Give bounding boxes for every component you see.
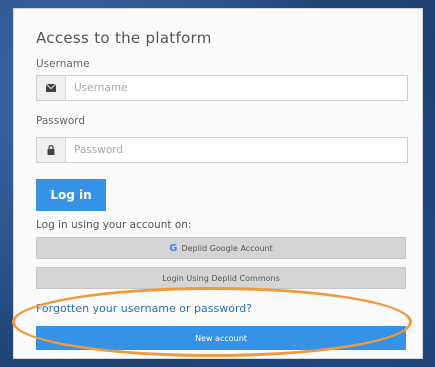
envelope-icon bbox=[37, 76, 66, 100]
password-label: Password bbox=[36, 115, 86, 127]
username-input-group bbox=[36, 75, 408, 101]
username-input[interactable] bbox=[66, 76, 407, 100]
lock-icon bbox=[37, 138, 66, 162]
login-panel: Access to the platform Username Password… bbox=[13, 8, 423, 359]
panel-title: Access to the platform bbox=[36, 29, 212, 47]
google-account-button[interactable]: G Deplid Google Account bbox=[36, 237, 406, 259]
commons-login-button-label: Login Using Deplid Commons bbox=[162, 273, 280, 283]
login-button[interactable]: Log in bbox=[36, 179, 106, 211]
new-account-button[interactable]: New account bbox=[36, 326, 406, 350]
google-g-icon: G bbox=[169, 242, 178, 254]
username-label: Username bbox=[36, 58, 90, 70]
google-account-button-label: Deplid Google Account bbox=[181, 243, 273, 253]
password-input[interactable] bbox=[66, 138, 407, 162]
commons-login-button[interactable]: Login Using Deplid Commons bbox=[36, 267, 406, 289]
password-input-group bbox=[36, 137, 408, 163]
forgot-credentials-link[interactable]: Forgotten your username or password? bbox=[36, 302, 252, 315]
alternative-login-label: Log in using your account on: bbox=[36, 219, 192, 231]
